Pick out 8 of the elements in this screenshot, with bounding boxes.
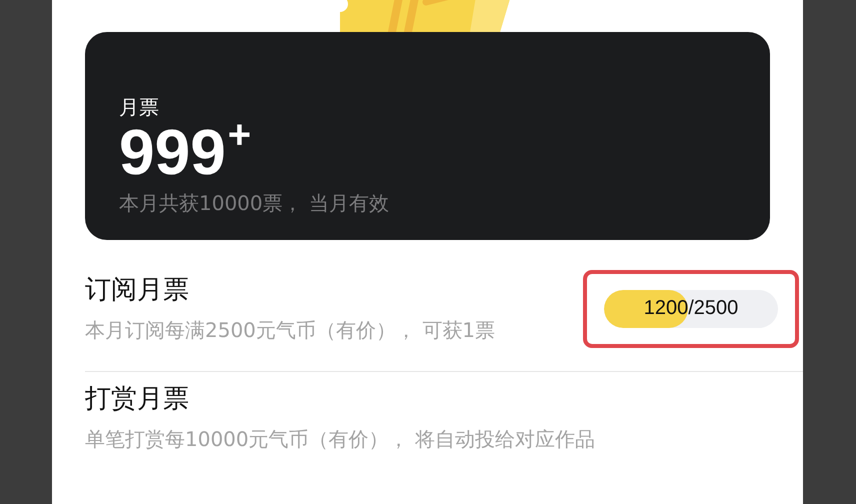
plus-sign: + <box>228 120 252 150</box>
section-title: 订阅月票 <box>85 274 190 307</box>
card-note: 本月共获10000票， 当月有效 <box>119 190 390 217</box>
section-description: 本月订阅每满2500元气币（有价）， 可获1票 <box>85 317 495 344</box>
card-label: 月票 <box>119 94 160 120</box>
section-description: 单笔打赏每10000元气币（有价）， 将自动投给对应作品 <box>85 426 595 453</box>
ticket-count: 999 <box>119 120 226 184</box>
section-title: 打赏月票 <box>85 383 190 416</box>
